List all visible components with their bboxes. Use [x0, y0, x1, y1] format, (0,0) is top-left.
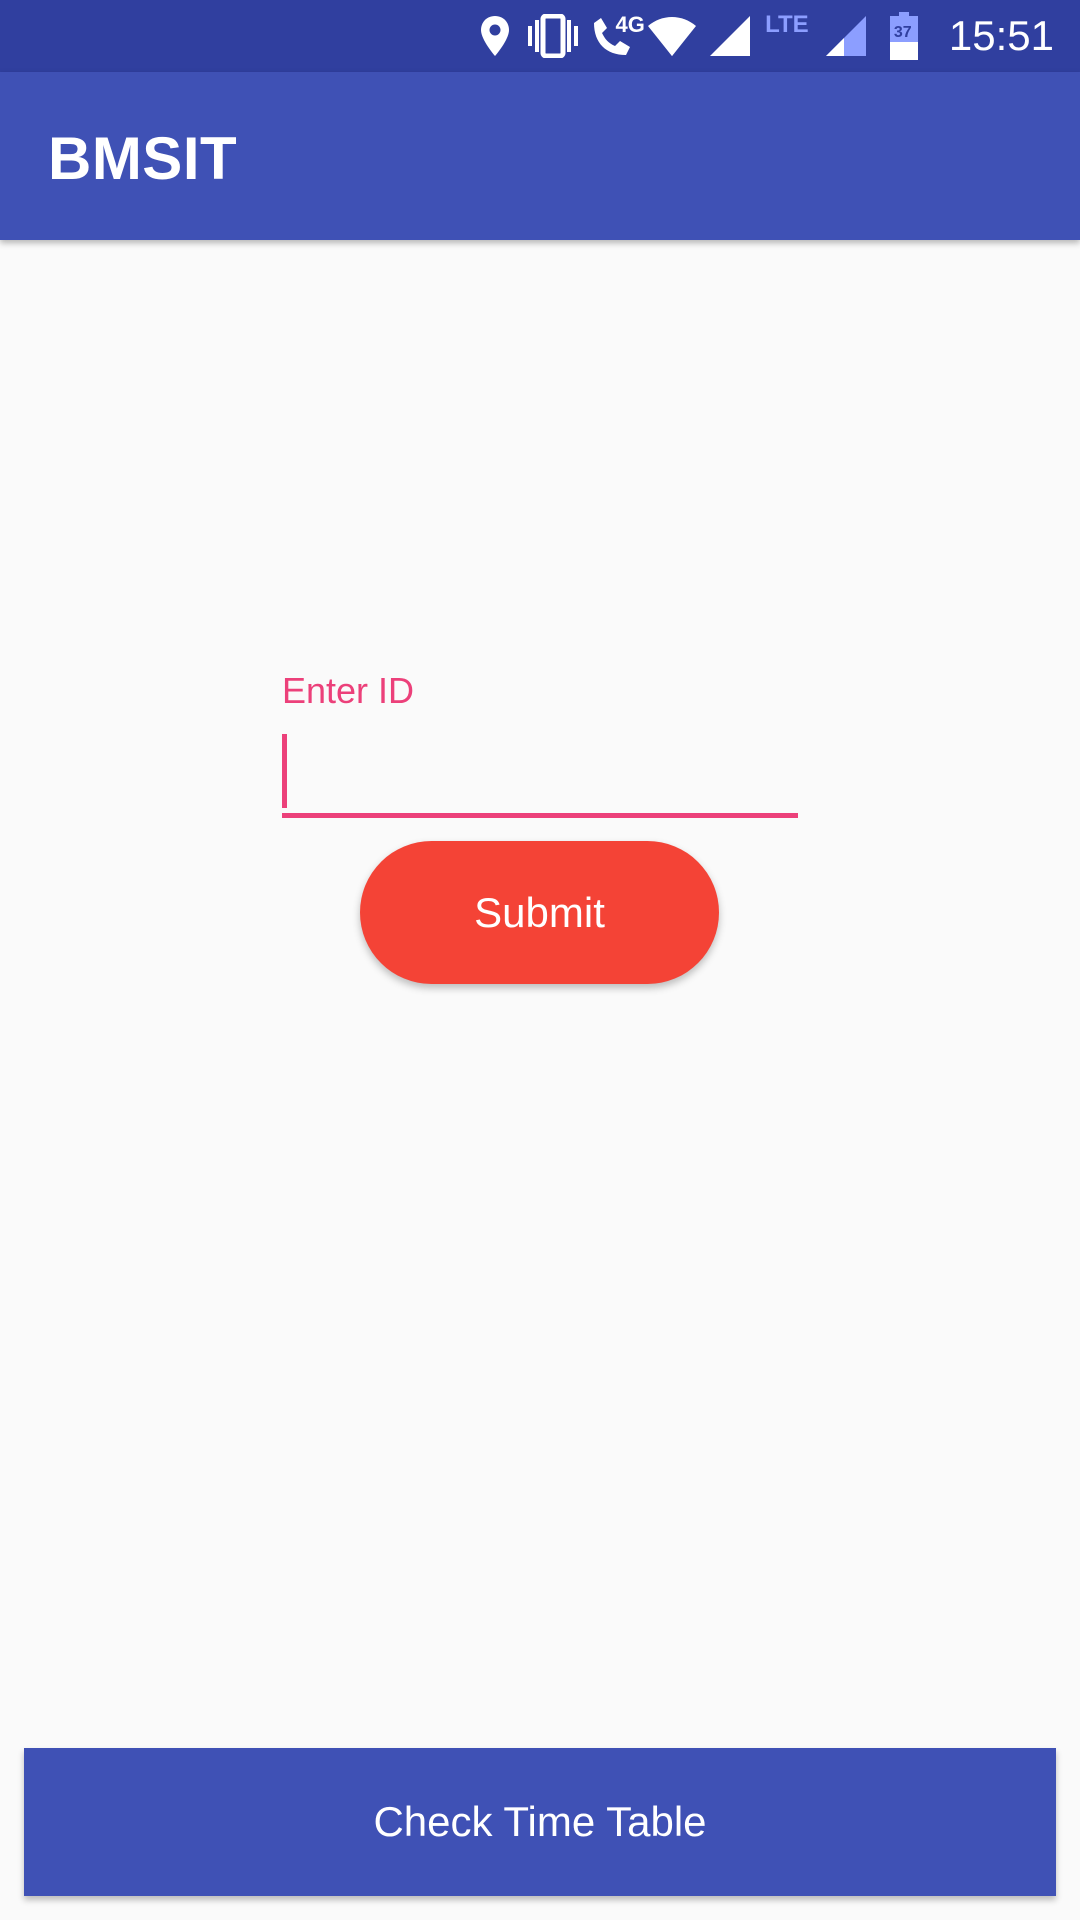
wifi-icon — [641, 0, 703, 72]
lte-label: LTE — [765, 11, 809, 38]
signal-icon — [703, 0, 757, 72]
id-input[interactable] — [282, 722, 798, 818]
network-type-label: 4G — [615, 12, 645, 37]
app-title: BMSIT — [48, 125, 238, 192]
signal-weak-icon — [817, 0, 875, 72]
battery-level: 37 — [893, 24, 912, 41]
status-icons: 4G LTE 37 15:51 — [469, 0, 1080, 72]
submit-button[interactable]: Submit — [360, 841, 719, 984]
text-cursor — [282, 734, 287, 808]
status-bar: 4G LTE 37 15:51 — [0, 0, 1080, 72]
location-icon — [469, 0, 521, 72]
id-field-label: Enter ID — [282, 670, 415, 711]
app-toolbar: BMSIT — [0, 72, 1080, 240]
wifi-call-icon: 4G — [585, 0, 645, 72]
battery-icon: 37 — [875, 0, 933, 72]
check-time-table-button[interactable]: Check Time Table — [24, 1748, 1056, 1896]
status-time: 15:51 — [948, 12, 1054, 59]
vibrate-icon — [521, 0, 585, 72]
